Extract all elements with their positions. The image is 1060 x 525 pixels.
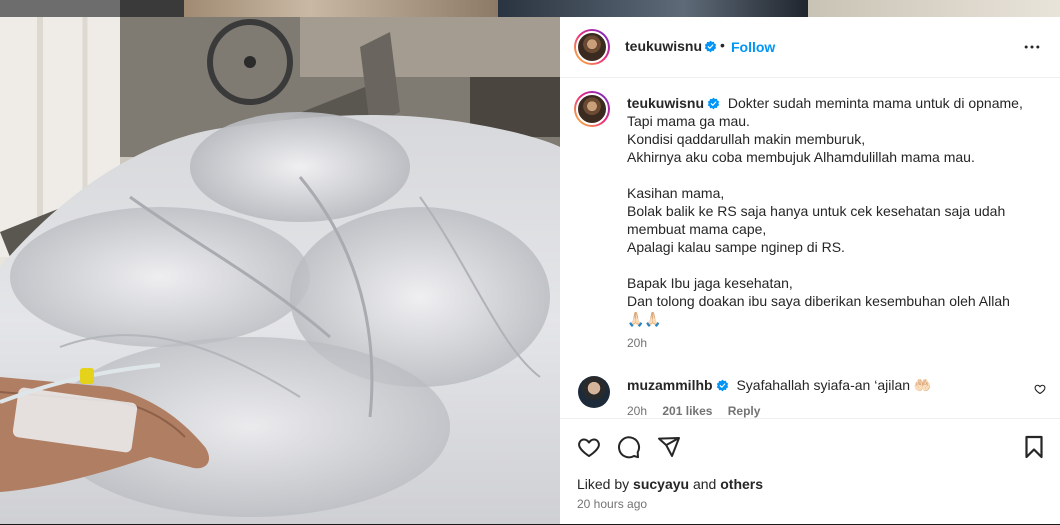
share-icon[interactable] (657, 435, 681, 459)
more-options-icon[interactable] (1022, 37, 1042, 57)
liked-by-user[interactable]: sucyayu (633, 476, 689, 492)
liked-by-and: and (692, 476, 717, 492)
caption-line: Bolak balik ke RS saja hanya untuk cek k… (627, 203, 1006, 219)
comment-timestamp[interactable]: 20h (627, 404, 647, 418)
verified-badge-icon (707, 97, 720, 110)
comment-item: muzammilhb Syafahallah syiafa-an ‘ajilan… (627, 376, 1017, 420)
bookmark-icon[interactable] (1022, 435, 1046, 459)
hospital-bed-photo (0, 17, 560, 524)
caption-line: 🙏🏻🙏🏻 (627, 311, 662, 327)
follow-button[interactable]: Follow (731, 39, 775, 55)
liked-by-others[interactable]: others (720, 476, 763, 492)
background-thumb (0, 0, 120, 17)
header-separator: • (720, 37, 725, 53)
background-feed-strip (0, 0, 1060, 17)
caption-line (627, 166, 1037, 184)
post-time-ago[interactable]: 20 hours ago (577, 497, 647, 511)
verified-badge-icon (716, 379, 728, 392)
caption-line: Dan tolong doakan ibu saya diberikan kes… (627, 293, 1010, 309)
post-image[interactable] (0, 17, 560, 524)
comment-likes[interactable]: 201 likes (662, 404, 712, 418)
commenter-username[interactable]: muzammilhb (627, 377, 713, 393)
post-header: teukuwisnu • Follow (560, 17, 1060, 78)
background-thumb (184, 0, 498, 17)
post-actions: Liked by sucyayu and others 20 hours ago (560, 418, 1060, 525)
comment-like-heart-icon[interactable] (1034, 383, 1046, 395)
caption-line: Kondisi qaddarullah makin memburuk, (627, 131, 866, 147)
verified-badge-icon (704, 40, 717, 53)
comment-text: Syafahallah syiafa-an ‘ajilan 🤲🏻 (736, 377, 932, 393)
caption-line: Tapi mama ga mau. (627, 113, 750, 129)
caption-line: Dokter sudah meminta mama untuk di opnam… (727, 95, 1023, 111)
author-username[interactable]: teukuwisnu (625, 38, 702, 54)
background-thumb (498, 0, 808, 17)
post-caption: teukuwisnu Dokter sudah meminta mama unt… (627, 94, 1037, 352)
caption-line: Akhirnya aku coba membujuk Alhamdulillah… (627, 149, 975, 165)
background-thumb (808, 0, 1060, 17)
caption-line: membuat mama cape, (627, 221, 767, 237)
heart-icon[interactable] (577, 435, 601, 459)
caption-author-avatar[interactable] (574, 91, 610, 127)
comments-section[interactable]: teukuwisnu Dokter sudah meminta mama unt… (560, 78, 1060, 418)
caption-line: Bapak Ibu jaga kesehatan, (627, 275, 793, 291)
caption-timestamp[interactable]: 20h (627, 334, 1037, 352)
caption-line: Apalagi kalau sampe nginep di RS. (627, 239, 845, 255)
comment-icon[interactable] (617, 435, 641, 459)
comment-reply-button[interactable]: Reply (728, 404, 761, 418)
author-avatar[interactable] (574, 29, 610, 65)
liked-by: Liked by sucyayu and others (577, 476, 763, 492)
caption-line: Kasihan mama, (627, 185, 725, 201)
caption-line (627, 256, 1037, 274)
caption-author-username[interactable]: teukuwisnu (627, 95, 704, 111)
commenter-avatar[interactable] (576, 374, 612, 410)
liked-by-prefix: Liked by (577, 476, 630, 492)
post-details-panel: teukuwisnu • Follow teukuwisnu Dokter su… (560, 17, 1060, 524)
